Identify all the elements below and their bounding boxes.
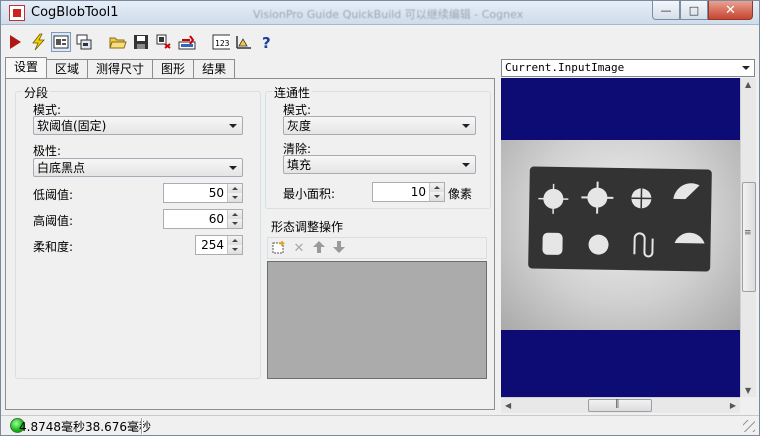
cleanup-select[interactable]: 填充 bbox=[283, 155, 476, 174]
horizontal-scrollbar[interactable]: ◀ ‖ ▶ bbox=[501, 397, 740, 413]
low-threshold-value: 50 bbox=[208, 186, 224, 200]
spin-down-icon[interactable] bbox=[228, 193, 242, 202]
background-window-title: VisionPro Guide QuickBuild 可以继续编辑 - Cogn… bbox=[253, 8, 524, 21]
seg-mode-value: 软阈值(固定) bbox=[37, 119, 107, 133]
load-image-icon[interactable] bbox=[177, 32, 197, 52]
spin-down-icon[interactable] bbox=[228, 219, 242, 228]
run-icon[interactable] bbox=[5, 32, 25, 52]
cleanup-value: 填充 bbox=[287, 158, 312, 172]
minimize-button[interactable]: — bbox=[652, 1, 680, 20]
add-operation-icon[interactable] bbox=[272, 240, 286, 257]
spin-up-icon[interactable] bbox=[228, 184, 242, 193]
spin-down-icon[interactable] bbox=[228, 245, 242, 254]
image-display[interactable] bbox=[501, 78, 740, 397]
scroll-left-icon[interactable]: ◀ bbox=[505, 401, 511, 410]
chevron-down-icon bbox=[462, 163, 470, 167]
numeric-results-icon[interactable]: 123 bbox=[211, 32, 231, 52]
image-source-select[interactable]: Current.InputImage bbox=[501, 59, 755, 77]
reset-icon[interactable] bbox=[154, 32, 174, 52]
svg-text:?: ? bbox=[262, 34, 271, 50]
toggle-display-icon[interactable] bbox=[51, 32, 71, 52]
save-icon[interactable] bbox=[131, 32, 151, 52]
morphology-operations-list[interactable] bbox=[267, 261, 487, 379]
chevron-down-icon bbox=[462, 124, 470, 128]
morphology-title: 形态调整操作 bbox=[271, 220, 344, 234]
min-area-label: 最小面积: bbox=[283, 187, 336, 201]
min-area-value: 10 bbox=[410, 185, 426, 199]
conn-mode-select[interactable]: 灰度 bbox=[283, 116, 476, 135]
toolbar: 123 ? bbox=[5, 29, 277, 55]
scroll-right-icon[interactable]: ▶ bbox=[730, 401, 736, 410]
tab-region[interactable]: 区域 bbox=[46, 59, 89, 78]
polarity-value: 白底黑点 bbox=[37, 161, 86, 175]
svg-text:123: 123 bbox=[215, 39, 230, 48]
shapes-board bbox=[528, 166, 712, 272]
min-area-unit: 像素 bbox=[448, 187, 473, 201]
vertical-scrollbar[interactable]: ▲ ≡ ▼ bbox=[740, 78, 756, 397]
tab-settings[interactable]: 设置 bbox=[5, 57, 48, 78]
status-divider bbox=[141, 418, 143, 434]
scroll-down-icon[interactable]: ▼ bbox=[745, 386, 751, 395]
arrow-up-icon[interactable] bbox=[312, 240, 326, 257]
resize-grip-icon[interactable] bbox=[743, 420, 755, 432]
high-threshold-label: 高阈值: bbox=[33, 214, 74, 228]
grip-icon: ≡ bbox=[744, 228, 751, 238]
graphics-icon[interactable] bbox=[234, 32, 254, 52]
conn-mode-value: 灰度 bbox=[287, 119, 312, 133]
spin-up-icon[interactable] bbox=[228, 210, 242, 219]
status-bar: 4.8748毫秒38.676毫秒 bbox=[1, 415, 759, 435]
app-icon bbox=[9, 5, 25, 21]
close-button[interactable]: ✕ bbox=[708, 1, 753, 20]
shapes-drawing bbox=[538, 181, 705, 258]
cog-blob-tool-window: CogBlobTool1 VisionPro Guide QuickBuild … bbox=[0, 0, 760, 436]
segmentation-title: 分段 bbox=[22, 84, 51, 101]
window-title: CogBlobTool1 bbox=[31, 5, 119, 20]
low-threshold-stepper[interactable]: 50 bbox=[163, 183, 243, 203]
horizontal-scroll-thumb[interactable] bbox=[588, 399, 652, 412]
floating-window-icon[interactable] bbox=[74, 32, 94, 52]
high-threshold-value: 60 bbox=[208, 212, 224, 226]
softness-label: 柔和度: bbox=[33, 240, 74, 254]
tab-measurements[interactable]: 测得尺寸 bbox=[87, 59, 154, 78]
electric-icon[interactable] bbox=[28, 32, 48, 52]
input-image bbox=[501, 140, 740, 330]
spin-up-icon[interactable] bbox=[228, 236, 242, 245]
softness-stepper[interactable]: 254 bbox=[195, 235, 243, 255]
tab-results[interactable]: 结果 bbox=[193, 59, 236, 78]
title-bar[interactable]: CogBlobTool1 VisionPro Guide QuickBuild … bbox=[1, 1, 759, 25]
low-threshold-label: 低阈值: bbox=[33, 188, 74, 202]
connectivity-title: 连通性 bbox=[272, 84, 313, 101]
open-icon[interactable] bbox=[108, 32, 128, 52]
chevron-down-icon bbox=[742, 66, 750, 70]
polarity-label: 极性: bbox=[33, 144, 62, 158]
tab-graphics[interactable]: 图形 bbox=[152, 59, 195, 78]
softness-value: 254 bbox=[201, 238, 224, 252]
help-icon[interactable]: ? bbox=[257, 32, 277, 52]
chevron-down-icon bbox=[229, 166, 237, 170]
min-area-stepper[interactable]: 10 bbox=[372, 182, 445, 202]
seg-mode-select[interactable]: 软阈值(固定) bbox=[33, 116, 243, 135]
spin-up-icon[interactable] bbox=[430, 183, 444, 192]
tab-strip: 设置 区域 测得尺寸 图形 结果 bbox=[5, 57, 236, 79]
polarity-select[interactable]: 白底黑点 bbox=[33, 158, 243, 177]
maximize-button[interactable]: □ bbox=[680, 1, 708, 20]
delete-icon[interactable]: ✕ bbox=[292, 241, 306, 256]
status-timing: 4.8748毫秒38.676毫秒 bbox=[19, 420, 151, 434]
scroll-up-icon[interactable]: ▲ bbox=[745, 80, 751, 89]
high-threshold-stepper[interactable]: 60 bbox=[163, 209, 243, 229]
image-source-value: Current.InputImage bbox=[505, 61, 625, 74]
grip-icon: ‖ bbox=[615, 399, 619, 409]
arrow-down-icon[interactable] bbox=[332, 240, 346, 257]
chevron-down-icon bbox=[229, 124, 237, 128]
morphology-toolbar: ✕ bbox=[267, 237, 487, 259]
spin-down-icon[interactable] bbox=[430, 192, 444, 201]
